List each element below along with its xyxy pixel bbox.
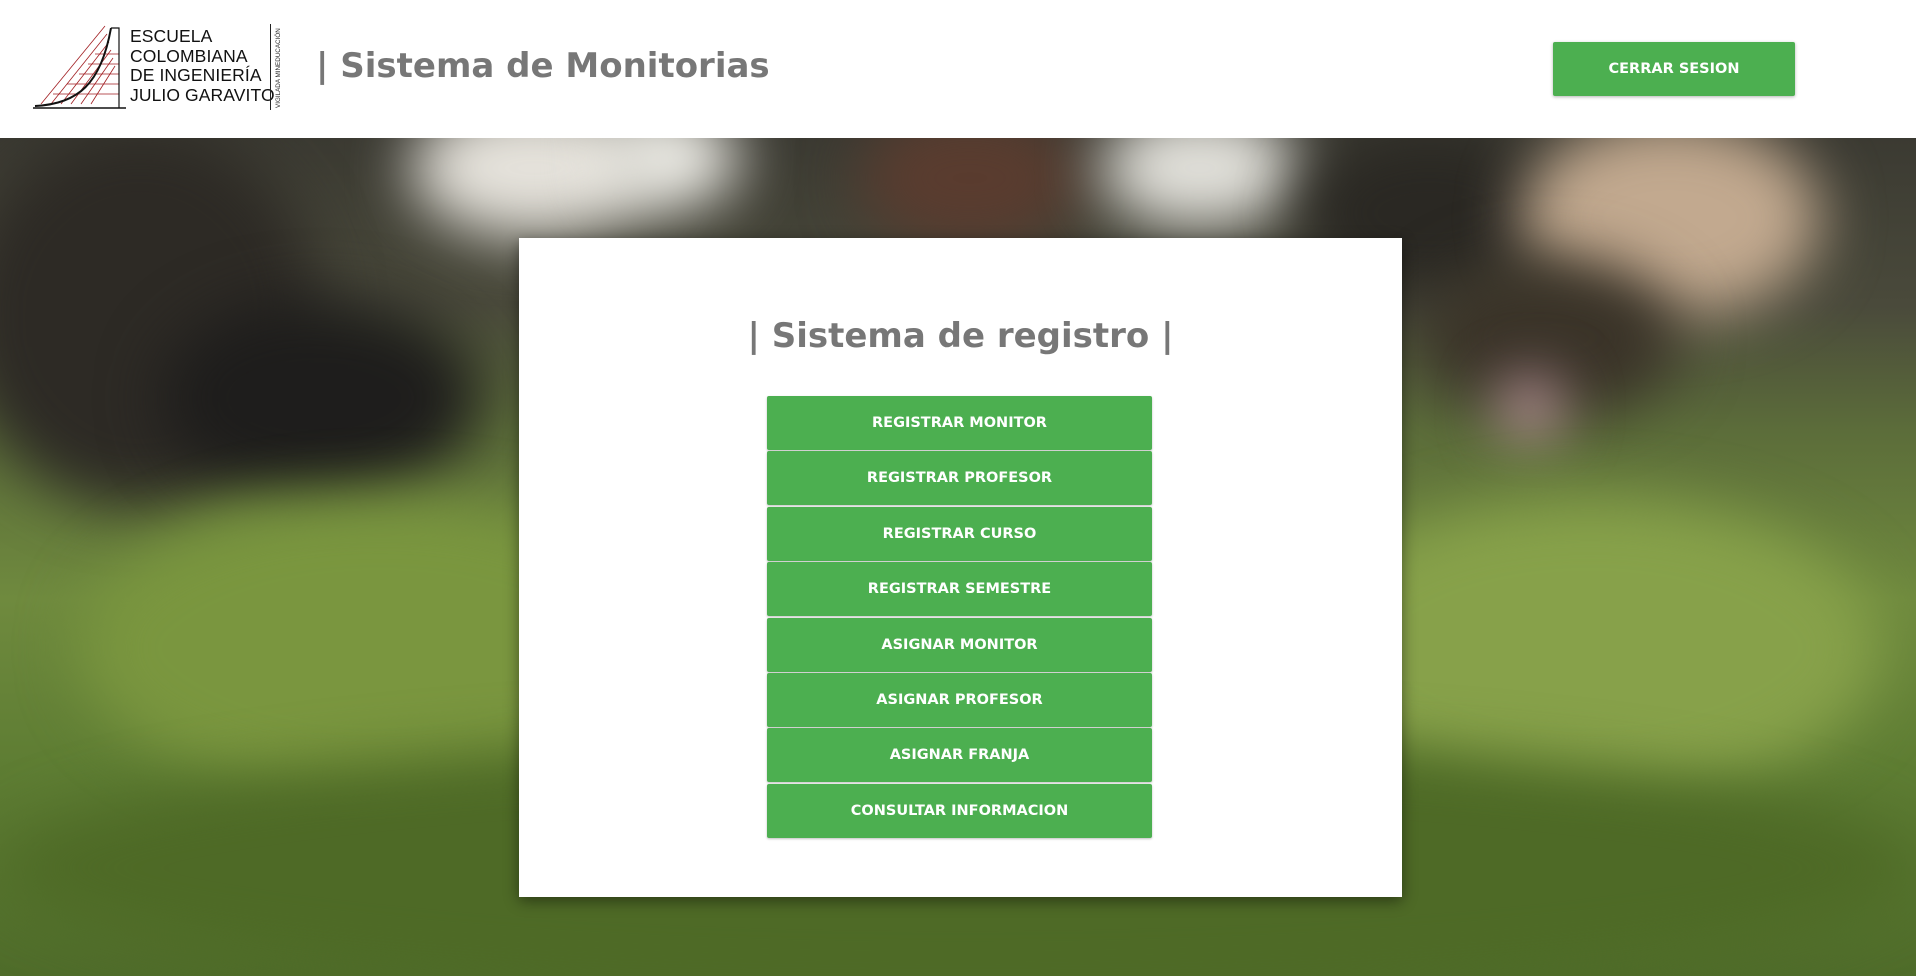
consult-info-button[interactable]: CONSULTAR INFORMACION [767,783,1152,838]
logo-line: DE INGENIERÍA [130,65,262,85]
assign-professor-button[interactable]: ASIGNAR PROFESOR [767,672,1152,727]
register-professor-button[interactable]: REGISTRAR PROFESOR [767,451,1152,506]
logo-vertical-text: VIGILADA MINEDUCACIÓN [275,28,282,108]
logo-text: ESCUELA COLOMBIANA DE INGENIERÍA JULIO G… [130,26,275,105]
register-course-button[interactable]: REGISTRAR CURSO [767,506,1152,561]
app-title: | Sistema de Monitorias [316,46,770,86]
logo-line: ESCUELA [130,26,213,46]
logo-line: JULIO GARAVITO [130,84,275,105]
logo-curve-icon [33,25,126,109]
assign-slot-button[interactable]: ASIGNAR FRANJA [767,728,1152,783]
register-monitor-button[interactable]: REGISTRAR MONITOR [767,396,1152,450]
assign-monitor-button[interactable]: ASIGNAR MONITOR [767,617,1152,672]
register-semester-button[interactable]: REGISTRAR SEMESTRE [767,562,1152,617]
registration-panel: | Sistema de registro | REGISTRAR MONITO… [519,238,1402,897]
logout-button[interactable]: CERRAR SESION [1553,42,1795,96]
university-logo[interactable]: ESCUELA COLOMBIANA DE INGENIERÍA JULIO G… [33,24,288,110]
logo-vertical-label: VIGILADA MINEDUCACIÓN [270,24,282,110]
panel-title: | Sistema de registro | [747,316,1174,356]
registration-menu: REGISTRAR MONITOR REGISTRAR PROFESOR REG… [767,396,1152,839]
logo-line: COLOMBIANA [130,45,248,66]
top-header: ESCUELA COLOMBIANA DE INGENIERÍA JULIO G… [0,0,1916,138]
